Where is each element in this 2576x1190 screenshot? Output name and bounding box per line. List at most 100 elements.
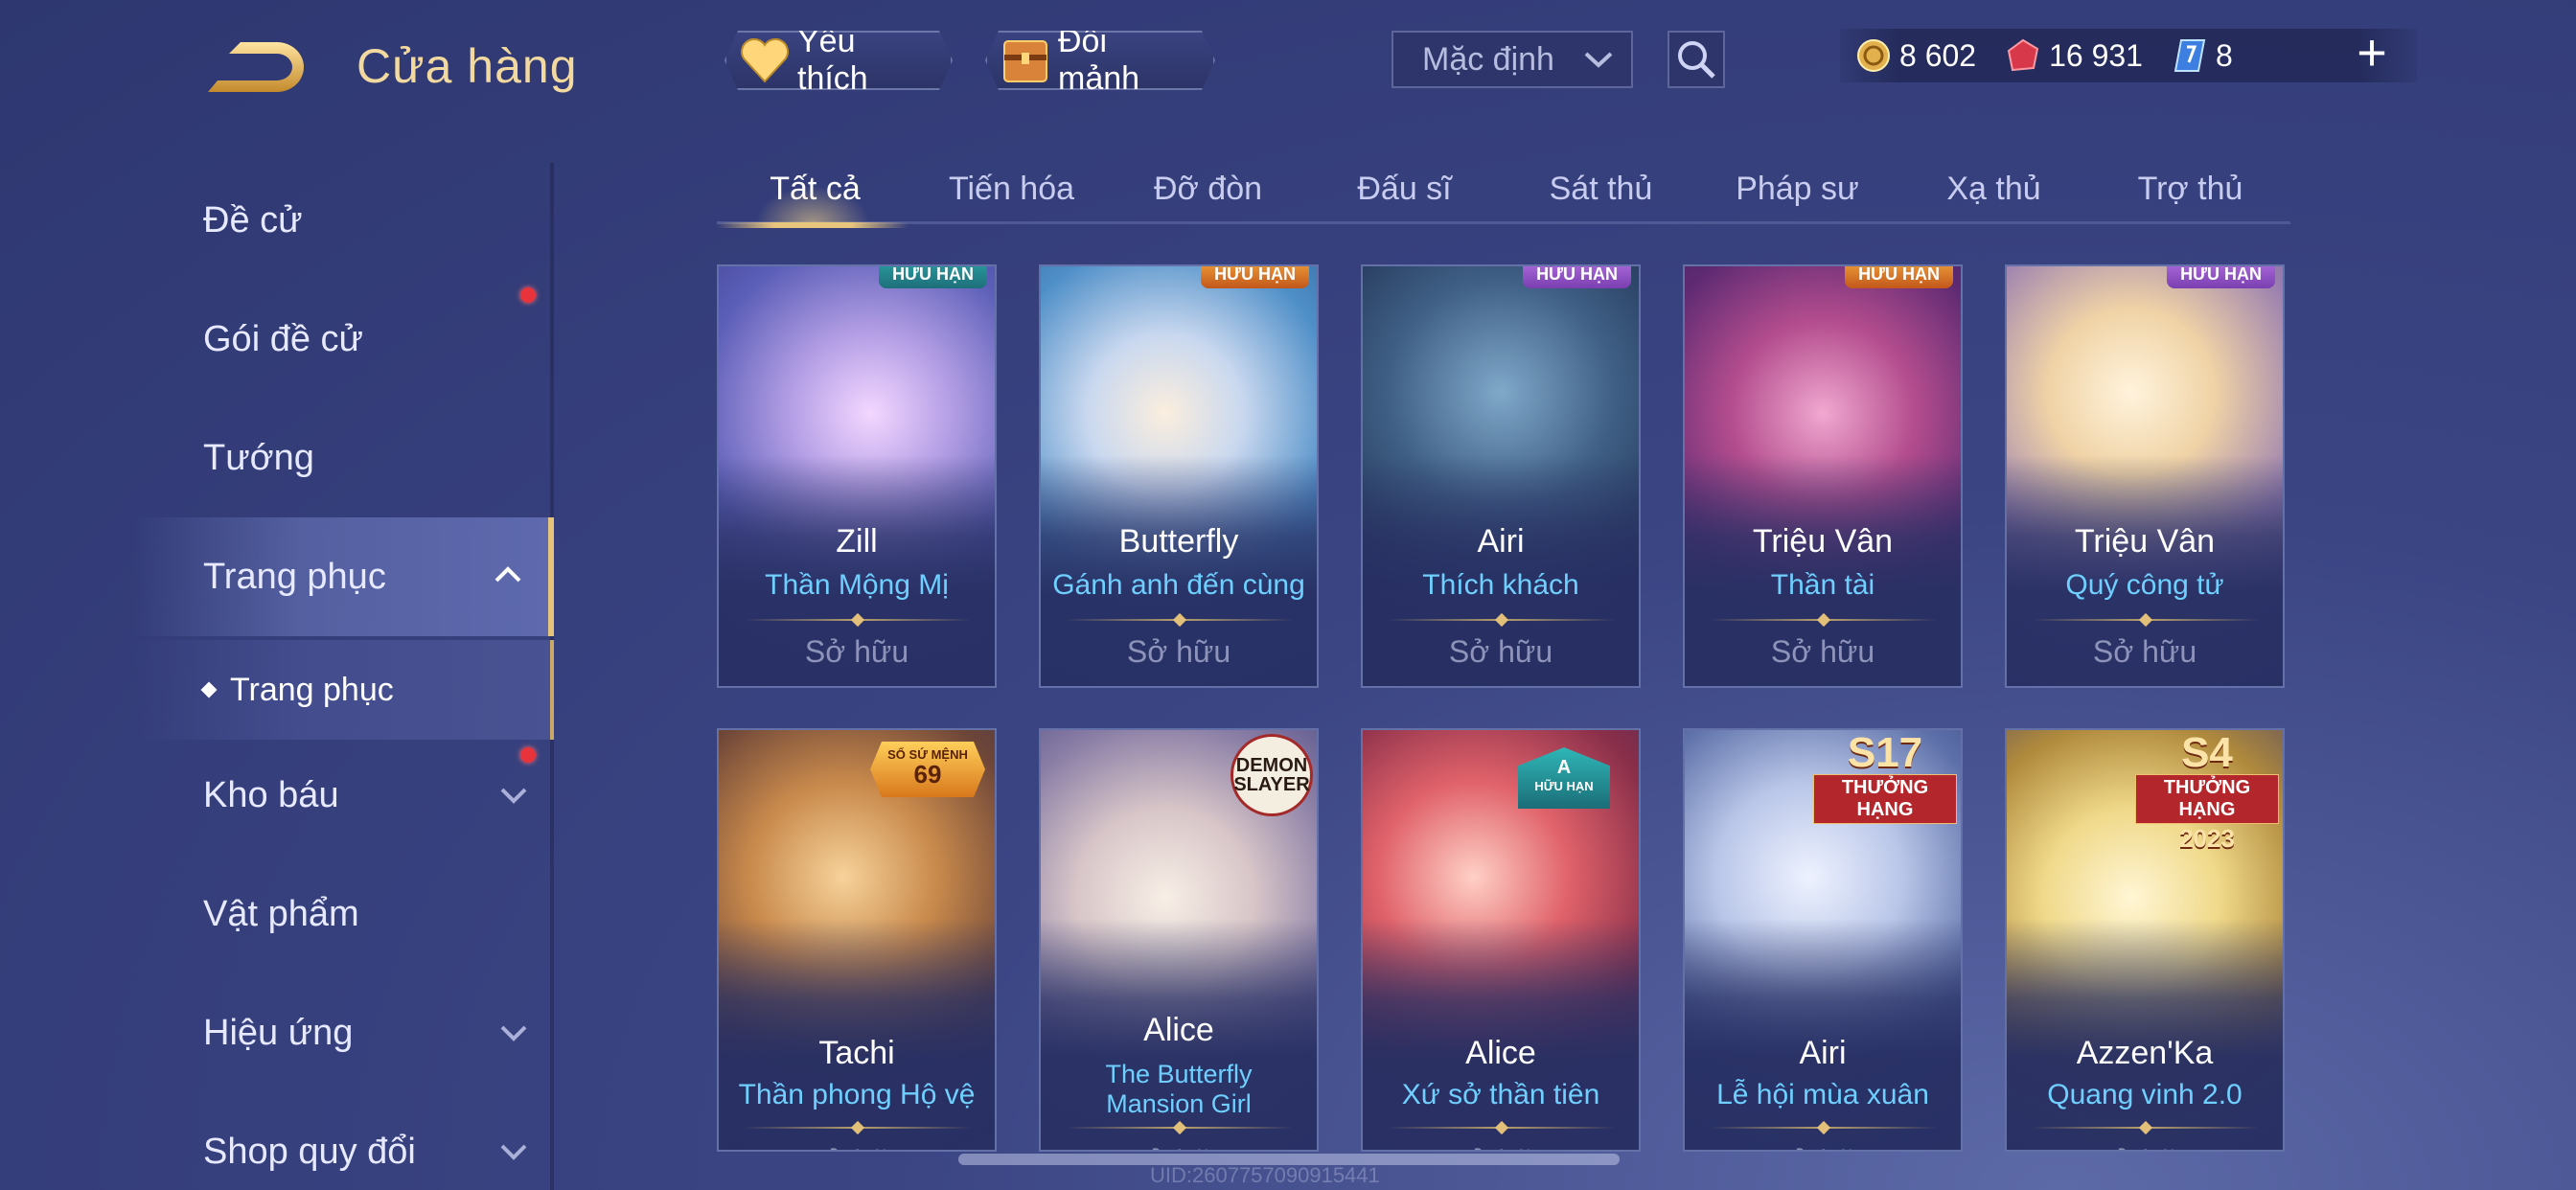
gold-currency: 8 602 xyxy=(1855,37,1976,74)
tab-support[interactable]: Trợ thủ xyxy=(2092,153,2288,224)
tab-tank[interactable]: Đỡ đòn xyxy=(1110,153,1306,224)
chevron-down-icon xyxy=(500,1144,527,1160)
sidebar: Đề cử Gói đề cử Tướng Trang phục Trang p… xyxy=(0,163,554,1190)
season-ribbon: THƯỞNG HẠNG xyxy=(1813,774,1957,824)
limited-badge: HỮU HẠN xyxy=(2167,266,2275,288)
shop-screen: Cửa hàng Yêu thích Đổi mảnh Mặc định 8 6… xyxy=(0,0,2576,1190)
season-label: S4 xyxy=(2181,729,2233,776)
diamond-bullet-icon xyxy=(200,681,218,698)
skin-card[interactable]: S4 THƯỞNG HẠNG 2023 Azzen'Ka Quang vinh … xyxy=(2005,728,2285,1152)
sort-dropdown[interactable]: Mặc định xyxy=(1392,31,1633,88)
tab-label: Pháp sư xyxy=(1736,170,1859,207)
search-button[interactable] xyxy=(1668,31,1725,88)
sidebar-item-label: Đề cử xyxy=(203,199,303,240)
tab-evolution[interactable]: Tiến hóa xyxy=(913,153,1110,224)
sidebar-item-label: Trang phục xyxy=(203,556,386,597)
back-arrow-icon xyxy=(208,42,304,92)
skin-card[interactable]: HỮU HẠN Airi Thích khách Sở hữu xyxy=(1361,264,1641,688)
sidebar-item-effects[interactable]: Hiệu ứng xyxy=(134,975,554,1090)
owned-status: Sở hữu xyxy=(1041,1144,1317,1150)
sidebar-item-skins[interactable]: Trang phục xyxy=(134,517,554,636)
skin-card[interactable]: HỮU HẠN Triệu Vân Quý công tử Sở hữu xyxy=(2005,264,2285,688)
sidebar-item-label: Hiệu ứng xyxy=(203,1012,354,1053)
tab-marksman[interactable]: Xạ thủ xyxy=(1896,153,2092,224)
owned-status: Sở hữu xyxy=(1126,634,1231,669)
blue-voucher-icon xyxy=(2172,37,2208,74)
skin-name: Thần Mộng Mị xyxy=(765,569,949,601)
season-badge: S4 THƯỞNG HẠNG 2023 xyxy=(2135,732,2279,854)
sidebar-item-items[interactable]: Vật phẩm xyxy=(134,857,554,972)
demon-slayer-badge: DEMON SLAYER xyxy=(1230,734,1313,816)
back-button[interactable] xyxy=(206,36,307,98)
owned-status: Sở hữu xyxy=(1770,634,1875,669)
sidebar-item-recommended[interactable]: Đề cử xyxy=(134,163,554,278)
skin-name: Thần phong Hộ vệ xyxy=(738,1079,976,1110)
skin-name: The Butterfly Mansion Girl xyxy=(1105,1060,1253,1118)
chevron-down-icon xyxy=(500,1025,527,1041)
owned-status: Sở hữu xyxy=(719,1144,995,1150)
limited-badge: HỮU HẠN xyxy=(1201,266,1309,288)
hero-name: Triệu Vân xyxy=(1752,523,1894,560)
gold-coin-icon xyxy=(1855,37,1892,74)
skin-name: Xứ sở thần tiên xyxy=(1401,1079,1600,1110)
sidebar-subitem-skins[interactable]: Trang phục xyxy=(134,640,554,740)
hero-name: Alice xyxy=(1465,1035,1536,1071)
notification-dot xyxy=(520,287,536,303)
season-ribbon: THƯỞNG HẠNG xyxy=(2135,774,2279,824)
tab-mage[interactable]: Pháp sư xyxy=(1699,153,1896,224)
sidebar-item-label: Shop quy đổi xyxy=(203,1131,416,1172)
skin-name: Gánh anh đến cùng xyxy=(1052,569,1305,601)
sidebar-item-recommended-packs[interactable]: Gói đề cử xyxy=(134,282,554,397)
favorites-label: Yêu thích xyxy=(797,23,868,97)
skin-card[interactable]: HỮU HẠN Zill Thần Mộng Mị Sở hữu xyxy=(717,264,997,688)
tab-all[interactable]: Tất cả xyxy=(717,153,913,228)
owned-status: Sở hữu xyxy=(804,634,909,669)
chevron-down-icon xyxy=(1584,52,1613,68)
skin-card[interactable]: A HỮU HẠN Alice Xứ sở thần tiên Sở hữu xyxy=(1361,728,1641,1152)
skin-card[interactable]: HỮU HẠN Triệu Vân Thần tài Sở hữu xyxy=(1683,264,1963,688)
gem-currency: 16 931 xyxy=(2005,37,2143,74)
skin-name: Thần tài xyxy=(1770,569,1875,601)
hero-name: Tachi xyxy=(818,1035,895,1071)
skin-card[interactable]: S17 THƯỞNG HẠNG Airi Lễ hội mùa xuân Sở … xyxy=(1683,728,1963,1152)
tab-label: Trợ thủ xyxy=(2137,170,2243,207)
treasure-chest-icon xyxy=(1000,35,1050,85)
sidebar-item-exchange-shop[interactable]: Shop quy đổi xyxy=(134,1094,554,1190)
mission-badge: SỐ SỨ MỆNH 69 xyxy=(870,742,985,797)
skin-name: Lễ hội mùa xuân xyxy=(1716,1079,1929,1110)
red-gem-icon xyxy=(2005,37,2041,74)
sidebar-item-heroes[interactable]: Tướng xyxy=(134,400,554,515)
owned-status: Sở hữu xyxy=(2092,634,2197,669)
tab-assassin[interactable]: Sát thủ xyxy=(1503,153,1699,224)
notification-dot xyxy=(520,747,536,763)
limited-badge: HỮU HẠN xyxy=(879,266,987,288)
skin-card[interactable]: DEMON SLAYER Alice The Butterfly Mansion… xyxy=(1039,728,1319,1152)
limited-badge: HỮU HẠN xyxy=(1523,266,1631,288)
skin-card[interactable]: SỐ SỨ MỆNH 69 Tachi Thần phong Hộ vệ Sở … xyxy=(717,728,997,1152)
voucher-currency: 8 xyxy=(2172,37,2233,74)
tab-label: Tiến hóa xyxy=(948,170,1075,207)
tab-active-glow xyxy=(755,186,870,224)
exchange-fragments-button[interactable]: Đổi mảnh xyxy=(985,31,1215,90)
season-label: S17 xyxy=(1847,729,1923,776)
tab-fighter[interactable]: Đấu sĩ xyxy=(1306,153,1503,224)
sidebar-item-label: Kho báu xyxy=(203,774,339,815)
season-badge: S17 THƯỞNG HẠNG xyxy=(1813,732,1957,824)
skin-card[interactable]: HỮU HẠN Butterfly Gánh anh đến cùng Sở h… xyxy=(1039,264,1319,688)
season-year: 2023 xyxy=(2179,824,2235,853)
voucher-amount: 8 xyxy=(2215,37,2233,73)
favorites-button[interactable]: Yêu thích xyxy=(724,31,953,90)
sidebar-item-treasure[interactable]: Kho báu xyxy=(134,738,554,853)
heart-icon xyxy=(740,35,790,85)
sidebar-item-label: Vật phẩm xyxy=(203,893,359,934)
limited-badge: HỮU HẠN xyxy=(1845,266,1953,288)
chevron-down-icon xyxy=(500,788,527,804)
add-currency-button[interactable]: + xyxy=(2346,27,2398,80)
owned-status: Sở hữu xyxy=(1448,634,1553,669)
tab-label: Sát thủ xyxy=(1549,170,1653,207)
hero-name: Triệu Vân xyxy=(2074,523,2216,560)
sort-value: Mặc định xyxy=(1422,40,1554,78)
exchange-label: Đổi mảnh xyxy=(1058,23,1140,97)
search-icon xyxy=(1678,41,1715,79)
sidebar-item-label: Tướng xyxy=(203,437,314,478)
